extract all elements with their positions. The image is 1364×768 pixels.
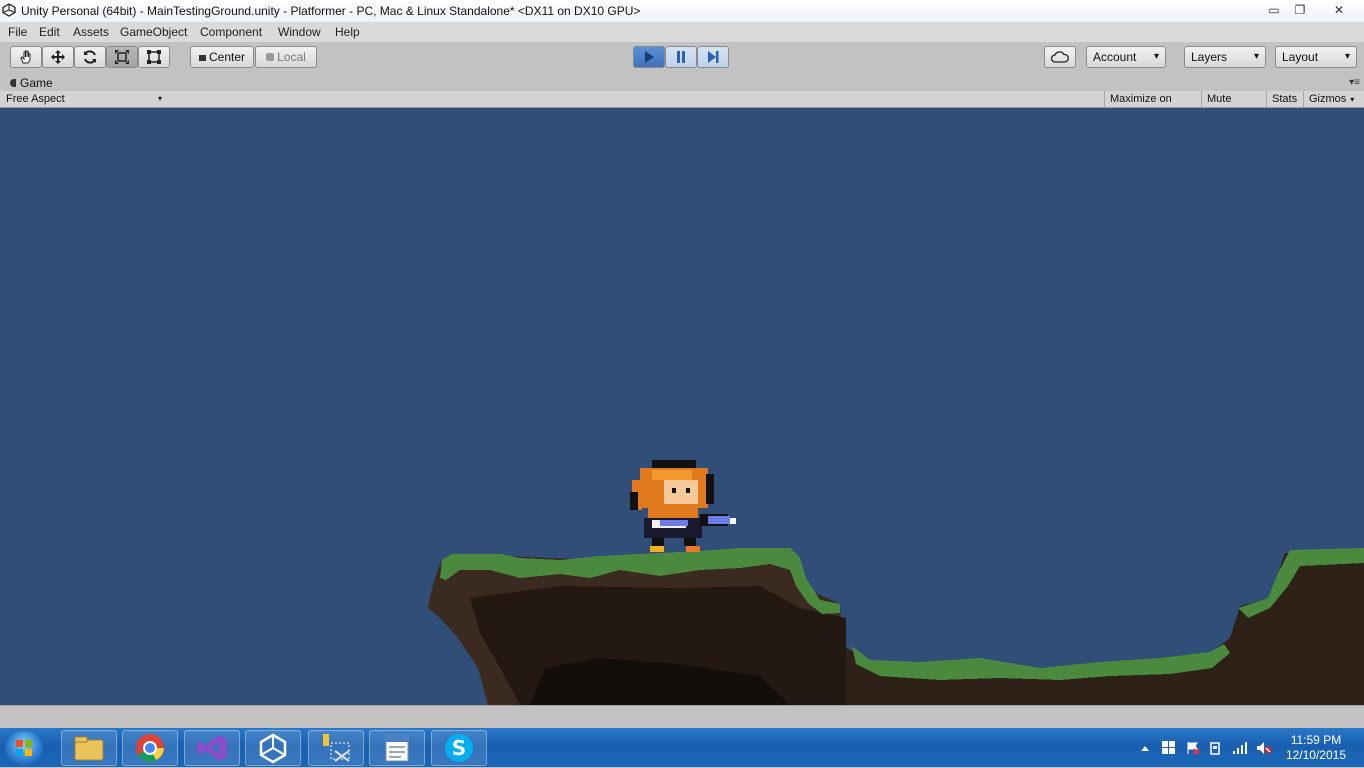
rect-tool-button[interactable]	[138, 46, 170, 68]
game-tab-icon	[10, 79, 16, 87]
taskbar: S 11:59 PM 12/10/2015	[0, 728, 1364, 767]
tab-menu-icon[interactable]: ▾≡	[1349, 77, 1360, 88]
clock-time: 11:59 PM	[1290, 733, 1342, 747]
rotate-tool-button[interactable]	[74, 46, 106, 68]
scale-icon	[115, 50, 129, 64]
menu-component[interactable]: Component	[200, 25, 262, 39]
unity-icon	[259, 733, 287, 764]
gizmos-dropdown[interactable]: Gizmos ▾	[1303, 91, 1364, 107]
local-cube-icon	[266, 53, 275, 61]
hand-icon	[20, 50, 31, 64]
move-icon	[51, 50, 65, 64]
taskbar-visual-studio[interactable]	[184, 730, 240, 766]
step-icon	[708, 51, 719, 63]
layout-dropdown[interactable]: Layout	[1275, 46, 1357, 68]
explorer-icon	[74, 736, 104, 761]
system-tray	[1138, 728, 1278, 767]
status-bar	[0, 705, 1364, 729]
taskbar-unity[interactable]	[245, 730, 301, 766]
pause-button[interactable]	[665, 46, 697, 68]
unity-logo-icon	[2, 3, 16, 17]
menu-assets[interactable]: Assets	[73, 25, 109, 39]
chrome-icon	[136, 734, 164, 762]
taskbar-snipping-tool[interactable]	[308, 730, 364, 766]
rotate-icon	[84, 50, 96, 64]
taskbar-skype[interactable]: S	[431, 730, 487, 766]
aspect-dropdown[interactable]: Free Aspect ▾	[6, 91, 164, 107]
gizmos-label: Gizmos	[1309, 93, 1347, 105]
window-title: Unity Personal (64bit) - MainTestingGrou…	[21, 4, 641, 18]
action-center-icon[interactable]	[1186, 741, 1200, 755]
layers-label: Layers	[1191, 50, 1228, 64]
snipping-tool-icon	[323, 734, 350, 762]
account-dropdown[interactable]: Account	[1086, 46, 1166, 68]
menu-window[interactable]: Window	[278, 25, 321, 39]
play-icon	[645, 51, 654, 63]
pivot-center-button[interactable]: Center	[190, 46, 254, 68]
menu-gameobject[interactable]: GameObject	[120, 25, 187, 39]
skype-icon: S	[445, 734, 473, 762]
svg-text:S: S	[452, 736, 466, 760]
scale-tool-button[interactable]	[106, 46, 138, 68]
start-button[interactable]	[5, 731, 43, 765]
taskbar-explorer[interactable]	[61, 730, 117, 766]
minimize-button[interactable]: ▭	[1263, 2, 1285, 18]
volume-muted-icon[interactable]	[1256, 741, 1272, 755]
game-tab-bar: Game ▾≡	[0, 76, 1364, 91]
layout-label: Layout	[1282, 50, 1319, 64]
cloud-button[interactable]	[1044, 46, 1076, 68]
clock[interactable]: 11:59 PM 12/10/2015	[1286, 733, 1346, 763]
game-view[interactable]	[0, 108, 1364, 705]
restore-button[interactable]: ❐	[1289, 2, 1311, 18]
toolbar: Center Local Account Layers Layout	[0, 42, 1364, 77]
menu-help[interactable]: Help	[335, 25, 360, 39]
device-icon[interactable]	[1208, 741, 1222, 755]
hand-tool-button[interactable]	[10, 46, 42, 68]
windows-logo-icon	[16, 740, 32, 756]
cloud-icon	[1050, 51, 1069, 63]
network-signal-icon[interactable]	[1232, 741, 1248, 755]
game-tab-label: Game	[20, 76, 53, 90]
clock-date: 12/10/2015	[1285, 748, 1346, 762]
maximize-on-play-toggle[interactable]: Maximize on Play	[1104, 91, 1201, 121]
visual-studio-icon	[197, 735, 227, 761]
tray-overflow-icon[interactable]	[1140, 743, 1150, 753]
pivot-local-button[interactable]: Local	[255, 46, 317, 68]
gizmos-chevron-icon: ▾	[1350, 95, 1355, 104]
tab-game[interactable]: Game	[4, 76, 59, 91]
pivot-center-label: Center	[208, 50, 246, 64]
play-button[interactable]	[633, 46, 665, 68]
chevron-down-icon: ▾	[157, 94, 162, 103]
stats-toggle[interactable]: Stats	[1266, 91, 1303, 107]
pause-icon	[677, 51, 685, 63]
windows-flag-icon[interactable]	[1162, 741, 1176, 755]
move-tool-button[interactable]	[42, 46, 74, 68]
account-label: Account	[1093, 50, 1137, 64]
taskbar-wordpad[interactable]	[369, 730, 425, 766]
close-button[interactable]: ✕	[1328, 2, 1350, 18]
layers-dropdown[interactable]: Layers	[1184, 46, 1266, 68]
pivot-local-label: Local	[277, 50, 306, 64]
aspect-label: Free Aspect	[6, 93, 65, 105]
pivot-center-icon	[198, 55, 206, 61]
step-button[interactable]	[697, 46, 729, 68]
player-character	[630, 460, 736, 552]
game-scene	[428, 460, 1364, 705]
game-view-toolbar: Free Aspect ▾ Maximize on Play Mute audi…	[0, 91, 1364, 121]
menu-file[interactable]: File	[8, 25, 27, 39]
menu-bar: File Edit Assets GameObject Component Wi…	[0, 22, 1364, 42]
mute-audio-toggle[interactable]: Mute audio	[1201, 91, 1266, 121]
menu-edit[interactable]: Edit	[39, 25, 60, 39]
wordpad-icon	[385, 735, 409, 762]
rect-icon	[147, 50, 161, 64]
taskbar-chrome[interactable]	[122, 730, 178, 766]
title-bar: Unity Personal (64bit) - MainTestingGrou…	[0, 0, 1364, 23]
